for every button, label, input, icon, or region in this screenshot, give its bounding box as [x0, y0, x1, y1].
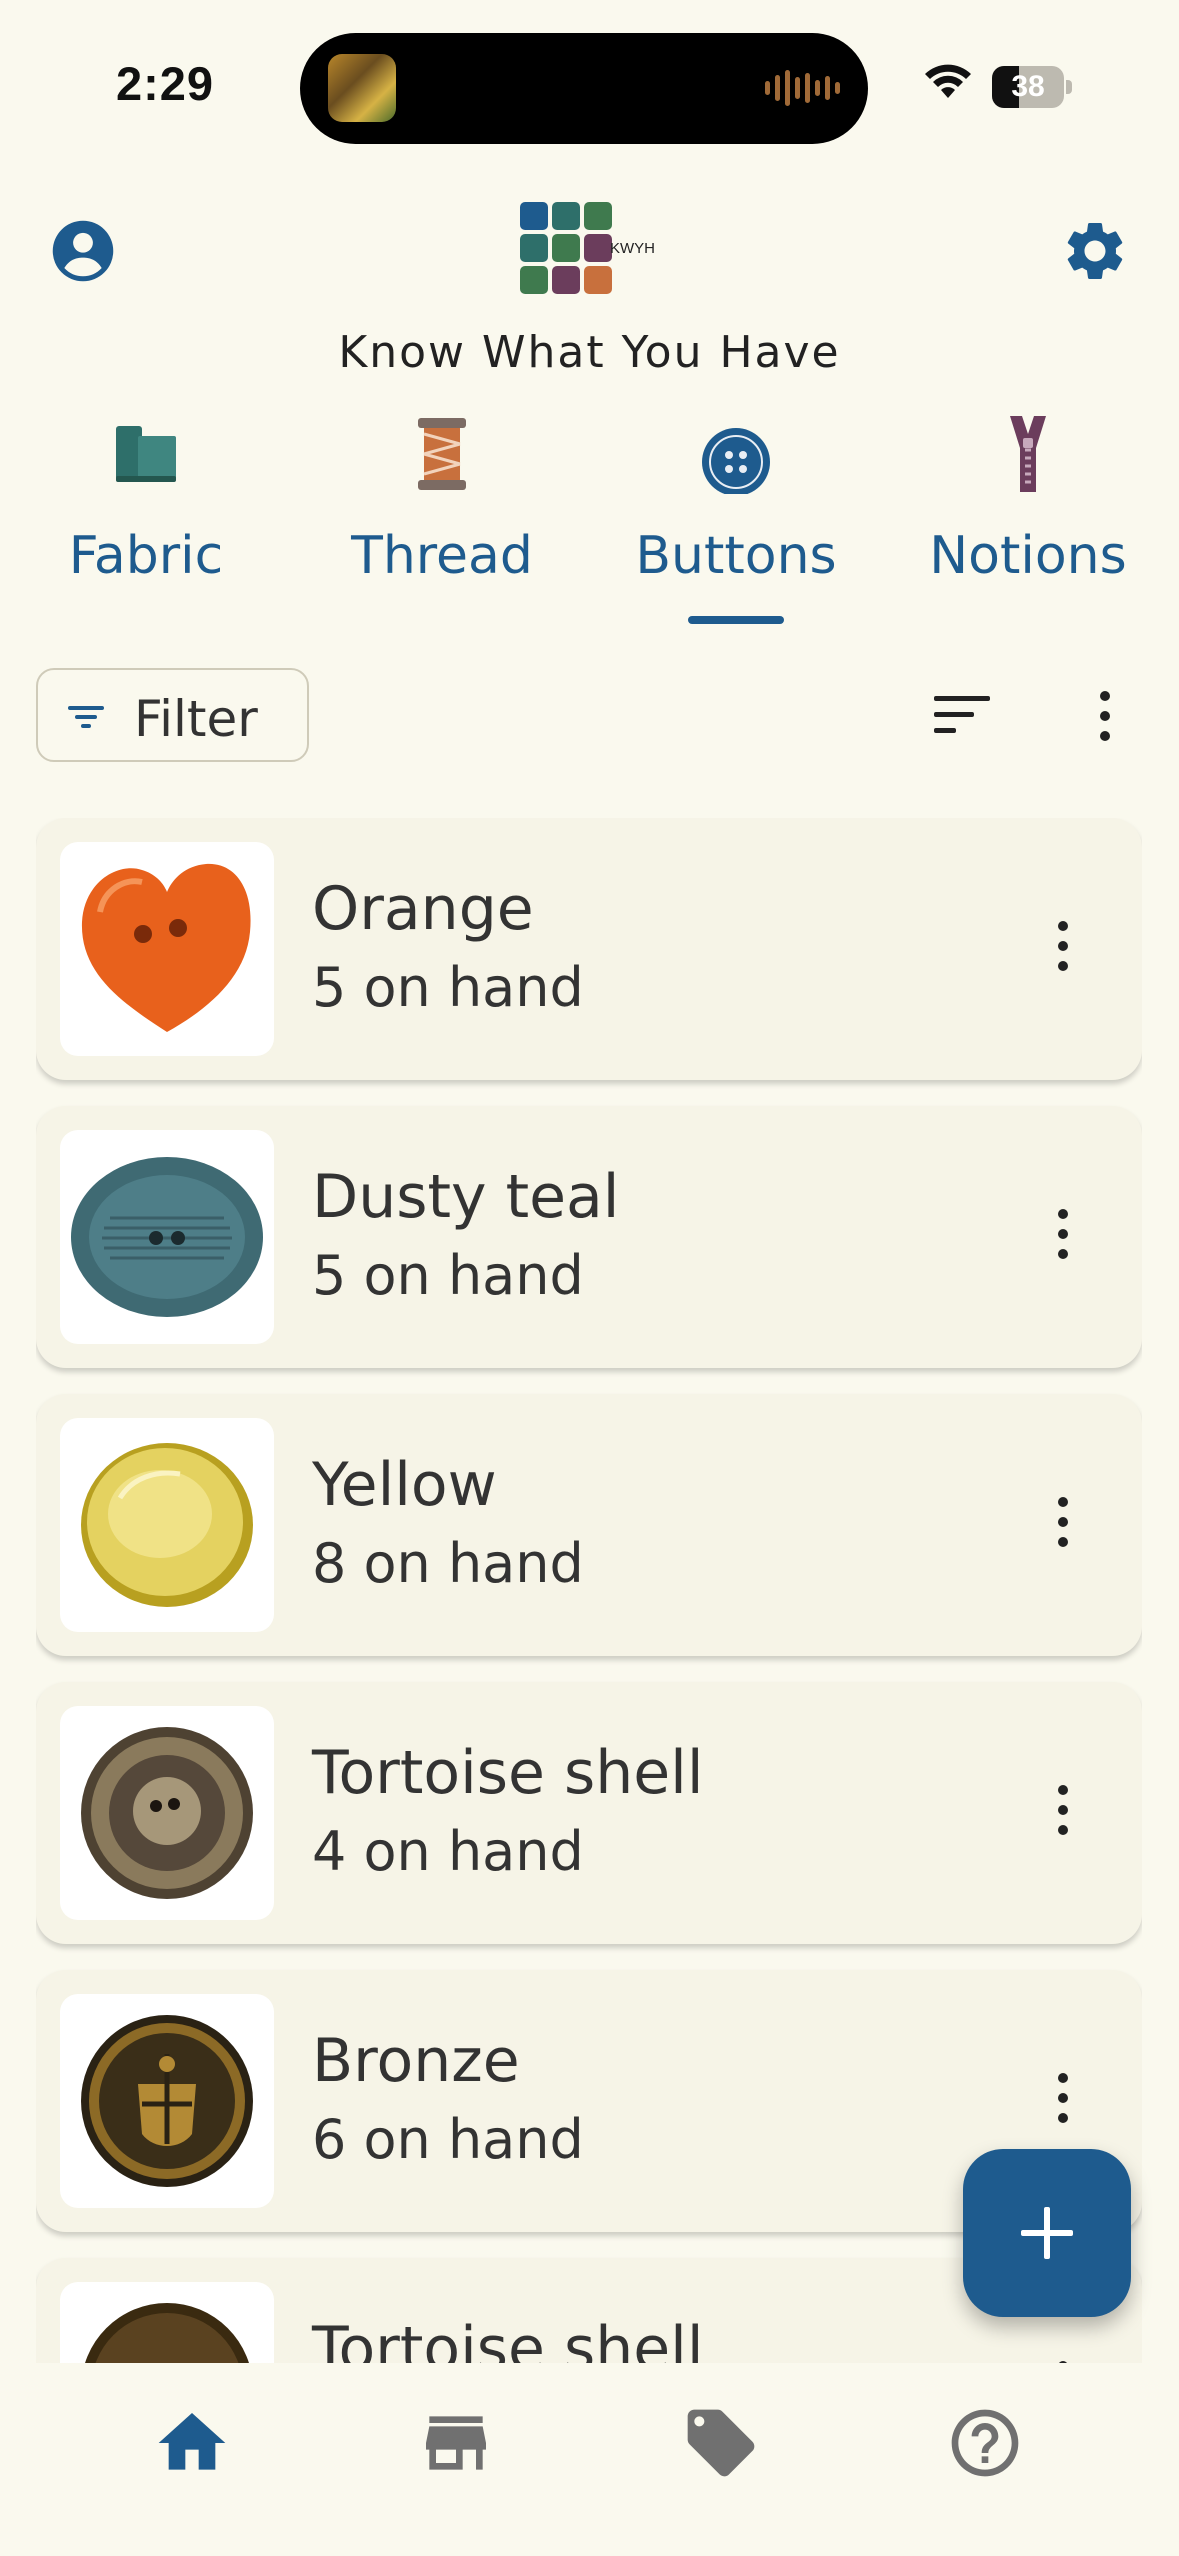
item-name: Tortoise shell: [312, 1738, 704, 1808]
filter-button[interactable]: Filter: [36, 668, 309, 762]
list-item[interactable]: Tortoise shell 4 on hand: [36, 1682, 1142, 1944]
more-vert-icon[interactable]: [1048, 916, 1078, 976]
logo-grid: [520, 202, 612, 294]
sort-icon[interactable]: [930, 690, 994, 740]
item-name: Dusty teal: [312, 1162, 620, 1232]
item-count: 5 on hand: [312, 1244, 584, 1307]
filter-label: Filter: [134, 690, 258, 748]
more-vert-icon[interactable]: [1048, 1492, 1078, 1552]
tab-label: Fabric: [68, 526, 224, 586]
thread-spool-icon: [418, 418, 466, 490]
plus-icon: [1021, 2207, 1073, 2259]
tab-buttons[interactable]: Buttons: [616, 408, 856, 628]
nav-home[interactable]: [45, 2363, 339, 2493]
more-vert-icon[interactable]: [1048, 2356, 1078, 2363]
dynamic-island: [300, 33, 868, 144]
more-vert-icon[interactable]: [1090, 686, 1120, 746]
list-item[interactable]: Dusty teal 5 on hand: [36, 1106, 1142, 1368]
tab-indicator: [688, 616, 784, 624]
item-thumbnail: [60, 1130, 274, 1344]
audio-waveform-icon: [765, 68, 840, 108]
button-list: Orange 5 on hand Dusty teal 5 on hand Ye…: [36, 818, 1142, 2363]
button-icon: [702, 428, 770, 494]
list-item[interactable]: Orange 5 on hand: [36, 818, 1142, 1080]
account-circle-icon[interactable]: [50, 218, 116, 284]
app-logo: KWYH: [520, 202, 660, 296]
nav-tags[interactable]: [574, 2363, 868, 2493]
wifi-icon: [925, 64, 971, 98]
help-circle-icon: [951, 2409, 1019, 2477]
nav-help[interactable]: [838, 2363, 1132, 2493]
more-vert-icon[interactable]: [1048, 1780, 1078, 1840]
item-name: Bronze: [312, 2026, 520, 2096]
app-title: Know What You Have: [338, 327, 841, 378]
category-tabs: Fabric Thread Buttons Notions: [0, 408, 1179, 628]
store-icon: [426, 2416, 486, 2470]
now-playing-artwork: [328, 54, 396, 122]
tab-label: Buttons: [635, 526, 837, 586]
item-count: 8 on hand: [312, 1532, 584, 1595]
item-count: 4 on hand: [312, 1820, 584, 1883]
tab-label: Notions: [929, 526, 1127, 586]
item-count: 6 on hand: [312, 2108, 584, 2171]
bottom-navigation: [0, 2363, 1179, 2556]
home-icon: [158, 2413, 226, 2470]
battery-percent: 38: [1011, 70, 1045, 103]
more-vert-icon[interactable]: [1048, 1204, 1078, 1264]
item-name: Yellow: [312, 1450, 497, 1520]
filter-icon: [68, 706, 104, 728]
tag-icon: [687, 2409, 755, 2477]
tab-thread[interactable]: Thread: [322, 408, 562, 628]
more-vert-icon[interactable]: [1048, 2068, 1078, 2128]
item-thumbnail: [60, 1418, 274, 1632]
status-time: 2:29: [116, 57, 215, 110]
battery-icon: 38: [992, 66, 1072, 108]
status-bar: 2:29 38: [0, 0, 1179, 150]
item-name: Tortoise shell: [312, 2314, 704, 2363]
tab-label: Thread: [351, 526, 533, 586]
item-thumbnail: [60, 842, 274, 1056]
item-thumbnail: [60, 1994, 274, 2208]
add-item-button[interactable]: [963, 2149, 1131, 2317]
item-thumbnail: [60, 1706, 274, 1920]
zipper-icon: [1010, 416, 1046, 492]
item-name: Orange: [312, 874, 534, 944]
fabric-bolt-icon: [116, 426, 176, 482]
logo-text: KWYH: [610, 240, 655, 257]
gear-icon[interactable]: [1060, 216, 1130, 286]
item-count: 5 on hand: [312, 956, 584, 1019]
list-item[interactable]: Yellow 8 on hand: [36, 1394, 1142, 1656]
item-thumbnail: [60, 2282, 274, 2363]
tab-notions[interactable]: Notions: [908, 408, 1148, 628]
nav-store[interactable]: [309, 2363, 603, 2493]
tab-fabric[interactable]: Fabric: [26, 408, 266, 628]
